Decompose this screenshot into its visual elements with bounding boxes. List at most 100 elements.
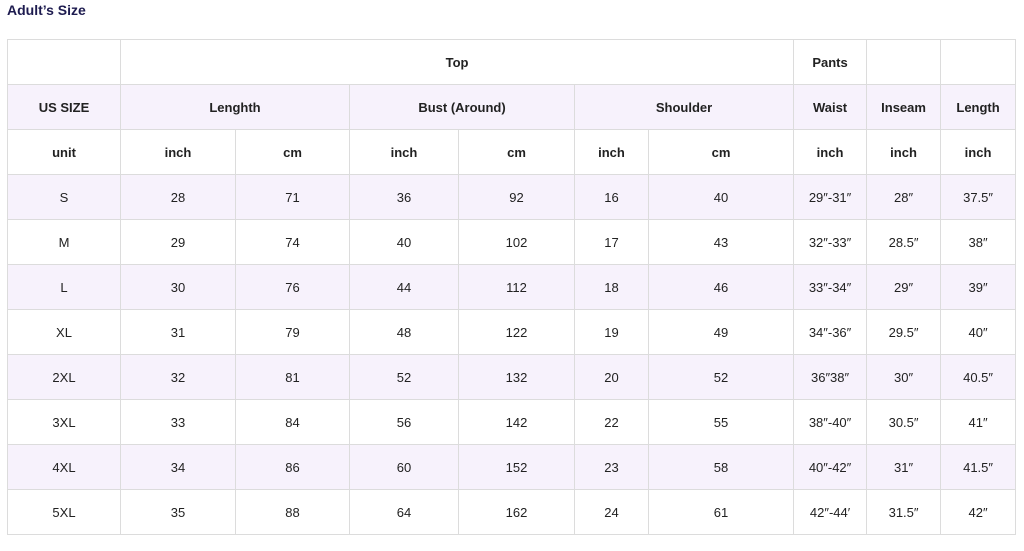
unit-row: unit inch cm inch cm inch cm inch inch i… <box>7 129 1017 175</box>
table-row: 5XL 35 88 64 162 24 61 42″-44′ 31.5″ 42″ <box>7 489 1017 535</box>
unit-cell: inch <box>940 129 1017 175</box>
data-cell: 152 <box>458 444 575 490</box>
data-cell: 43 <box>647 219 795 265</box>
data-cell: 142 <box>458 399 575 445</box>
data-cell: 19 <box>574 309 649 355</box>
header-bust: Bust (Around) <box>349 84 575 130</box>
data-cell: 42″-44′ <box>793 489 868 535</box>
data-cell: 30″ <box>866 354 942 400</box>
data-cell: 20 <box>574 354 649 400</box>
data-cell: 28.5″ <box>866 219 942 265</box>
unit-cell: cm <box>647 129 795 175</box>
data-cell: 29″-31″ <box>793 174 868 220</box>
header-cell-empty <box>7 39 121 85</box>
data-cell: 92 <box>458 174 575 220</box>
data-cell: 32 <box>120 354 236 400</box>
data-cell: 30 <box>120 264 236 310</box>
data-cell: 22 <box>574 399 649 445</box>
data-cell: 33 <box>120 399 236 445</box>
table-row: 2XL 32 81 52 132 20 52 36″38″ 30″ 40.5″ <box>7 354 1017 400</box>
header-top: Top <box>119 39 795 85</box>
table-row: 3XL 33 84 56 142 22 55 38″-40″ 30.5″ 41″ <box>7 399 1017 445</box>
unit-cell: cm <box>458 129 575 175</box>
data-cell: 132 <box>458 354 575 400</box>
data-cell: 40 <box>349 219 459 265</box>
data-cell: 24 <box>574 489 649 535</box>
data-cell: 55 <box>647 399 795 445</box>
data-cell: 102 <box>458 219 575 265</box>
size-cell: L <box>7 264 121 310</box>
data-cell: 74 <box>235 219 350 265</box>
data-cell: 42″ <box>940 489 1017 535</box>
data-cell: 58 <box>647 444 795 490</box>
data-cell: 71 <box>235 174 350 220</box>
data-cell: 56 <box>349 399 459 445</box>
data-cell: 52 <box>647 354 795 400</box>
data-cell: 23 <box>574 444 649 490</box>
header-row-measurements: US SIZE Lenghth Bust (Around) Shoulder W… <box>7 84 1017 130</box>
data-cell: 34″-36″ <box>793 309 868 355</box>
table-row: L 30 76 44 112 18 46 33″-34″ 29″ 39″ <box>7 264 1017 310</box>
data-cell: 84 <box>235 399 350 445</box>
header-row-group: Top Pants <box>7 39 1017 85</box>
header-length: Lenghth <box>120 84 350 130</box>
data-cell: 112 <box>458 264 575 310</box>
unit-cell: unit <box>7 129 121 175</box>
data-cell: 40″-42″ <box>793 444 868 490</box>
size-chart-table: Top Pants US SIZE Lenghth Bust (Around) … <box>7 39 1017 535</box>
data-cell: 29″ <box>866 264 942 310</box>
data-cell: 16 <box>574 174 649 220</box>
data-cell: 36″38″ <box>793 354 868 400</box>
data-cell: 40″ <box>940 309 1017 355</box>
table-row: S 28 71 36 92 16 40 29″-31″ 28″ 37.5″ <box>7 174 1017 220</box>
data-cell: 61 <box>647 489 795 535</box>
data-cell: 33″-34″ <box>793 264 868 310</box>
unit-cell: inch <box>866 129 942 175</box>
data-cell: 28″ <box>866 174 942 220</box>
data-cell: 41.5″ <box>940 444 1017 490</box>
table-row: M 29 74 40 102 17 43 32″-33″ 28.5″ 38″ <box>7 219 1017 265</box>
unit-cell: cm <box>235 129 350 175</box>
data-cell: 38″ <box>940 219 1017 265</box>
data-cell: 162 <box>458 489 575 535</box>
data-cell: 34 <box>120 444 236 490</box>
header-shoulder: Shoulder <box>573 84 795 130</box>
data-cell: 31 <box>120 309 236 355</box>
header-waist: Waist <box>793 84 868 130</box>
data-cell: 122 <box>458 309 575 355</box>
data-cell: 41″ <box>940 399 1017 445</box>
data-cell: 28 <box>120 174 236 220</box>
unit-cell: inch <box>120 129 236 175</box>
data-cell: 18 <box>574 264 649 310</box>
data-cell: 86 <box>235 444 350 490</box>
header-pants: Pants <box>793 39 868 85</box>
data-cell: 37.5″ <box>940 174 1017 220</box>
data-cell: 81 <box>235 354 350 400</box>
data-cell: 40.5″ <box>940 354 1017 400</box>
size-cell: 2XL <box>7 354 121 400</box>
unit-cell: inch <box>349 129 459 175</box>
data-cell: 79 <box>235 309 350 355</box>
data-cell: 32″-33″ <box>793 219 868 265</box>
table-row: 4XL 34 86 60 152 23 58 40″-42″ 31″ 41.5″ <box>7 444 1017 490</box>
data-cell: 49 <box>647 309 795 355</box>
size-cell: XL <box>7 309 121 355</box>
data-cell: 88 <box>235 489 350 535</box>
data-cell: 36 <box>349 174 459 220</box>
header-inseam: Inseam <box>866 84 942 130</box>
size-cell: M <box>7 219 121 265</box>
data-cell: 38″-40″ <box>793 399 868 445</box>
data-cell: 64 <box>349 489 459 535</box>
size-cell: S <box>7 174 121 220</box>
data-cell: 76 <box>235 264 350 310</box>
data-cell: 29 <box>120 219 236 265</box>
data-cell: 52 <box>349 354 459 400</box>
header-us-size: US SIZE <box>7 84 121 130</box>
data-cell: 31″ <box>866 444 942 490</box>
unit-cell: inch <box>793 129 868 175</box>
page-title: Adult’s Size <box>7 2 86 18</box>
data-cell: 44 <box>349 264 459 310</box>
data-cell: 31.5″ <box>866 489 942 535</box>
data-cell: 40 <box>647 174 795 220</box>
data-cell: 30.5″ <box>866 399 942 445</box>
